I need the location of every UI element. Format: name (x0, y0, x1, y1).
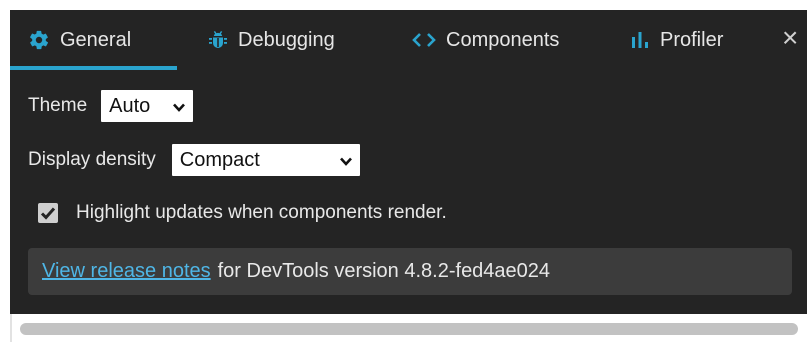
tab-components-label: Components (446, 28, 560, 51)
tab-components[interactable]: Components (412, 10, 559, 70)
tab-debugging-label: Debugging (238, 28, 335, 51)
tab-profiler-label: Profiler (660, 28, 724, 51)
chevron-down-icon (173, 95, 186, 118)
theme-label: Theme (28, 95, 88, 116)
theme-select-value: Auto (109, 94, 151, 117)
release-version-text: for DevTools version 4.8.2-fed4ae024 (217, 260, 551, 282)
density-label: Display density (28, 149, 156, 170)
gear-icon (28, 29, 50, 51)
settings-tab-bar: General Debugging Components Profiler × (10, 10, 807, 70)
bug-icon (208, 29, 228, 51)
active-tab-indicator (10, 66, 177, 70)
highlight-updates-checkbox[interactable] (38, 203, 58, 223)
tab-general[interactable]: General (28, 10, 131, 70)
highlight-updates-label: Highlight updates when components render… (76, 202, 447, 223)
tab-profiler[interactable]: Profiler (630, 10, 723, 70)
horizontal-scrollbar[interactable] (10, 314, 807, 342)
density-select-value: Compact (179, 148, 260, 171)
tab-debugging[interactable]: Debugging (208, 10, 335, 70)
release-notes-banner: View release notes for DevTools version … (28, 248, 792, 295)
highlight-row: Highlight updates when components render… (38, 202, 447, 224)
density-row: Display density Compact (28, 144, 360, 176)
density-select[interactable]: Compact (171, 144, 360, 176)
settings-panel: General Debugging Components Profiler × … (10, 10, 807, 314)
bar-chart-icon (630, 30, 650, 50)
code-brackets-icon (412, 30, 436, 50)
theme-row: Theme Auto (28, 90, 194, 122)
theme-select[interactable]: Auto (101, 90, 194, 122)
chevron-down-icon (339, 149, 352, 172)
scrollbar-thumb[interactable] (20, 323, 798, 335)
close-icon[interactable]: × (782, 24, 806, 52)
view-release-notes-link[interactable]: View release notes (42, 260, 211, 283)
tab-general-label: General (60, 28, 132, 51)
